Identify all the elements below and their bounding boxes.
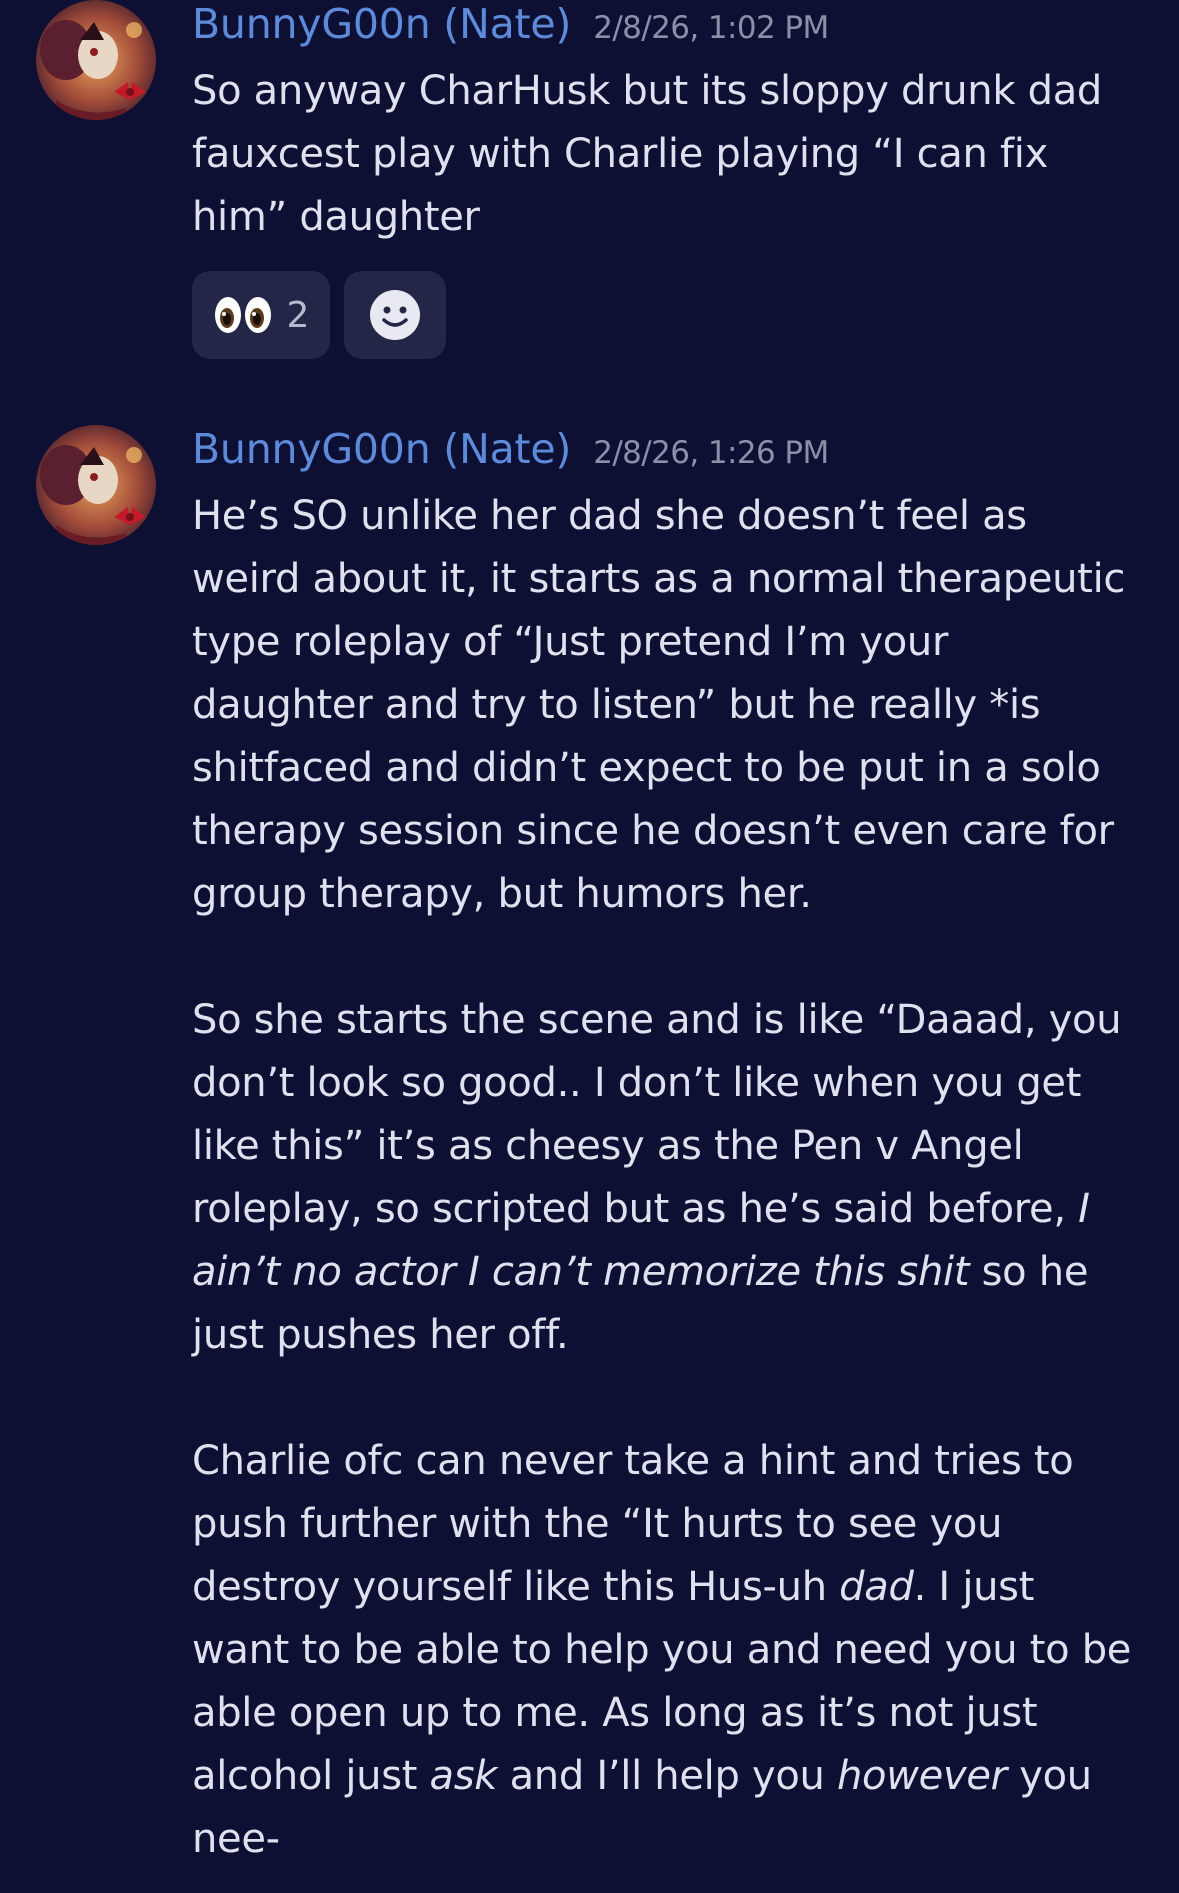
italic-text-span: dad (839, 1564, 914, 1610)
message-text: So anyway CharHusk but its sloppy drunk … (192, 68, 1103, 240)
text-span: He’s SO unlike her dad she doesn’t feel … (192, 493, 1126, 917)
avatar[interactable] (36, 425, 156, 545)
message-text: He’s SO unlike her dad she doesn’t feel … (192, 485, 1139, 1871)
eyes-reaction-button[interactable]: 2 (192, 271, 330, 359)
add-reaction-icon (370, 290, 420, 340)
avatar[interactable] (36, 0, 156, 120)
paragraph: So she starts the scene and is like “Daa… (192, 989, 1139, 1367)
text-span: and I’ll help you (497, 1753, 837, 1799)
eyes-emoji-icon (214, 297, 271, 333)
username[interactable]: BunnyG00n (Nate) (192, 425, 571, 473)
message-header: BunnyG00n (Nate) 2/8/26, 1:26 PM (192, 425, 1139, 485)
timestamp: 2/8/26, 1:02 PM (593, 10, 829, 46)
reactions-row: 2 (192, 271, 1139, 359)
message-header: BunnyG00n (Nate) 2/8/26, 1:02 PM (192, 0, 1139, 60)
italic-text-span: however (837, 1753, 1007, 1799)
italic-text-span: ask (429, 1753, 498, 1799)
avatar-icon (36, 0, 156, 120)
paragraph: Charlie ofc can never take a hint and tr… (192, 1430, 1139, 1871)
message-content: BunnyG00n (Nate) 2/8/26, 1:02 PM So anyw… (192, 0, 1139, 359)
username[interactable]: BunnyG00n (Nate) (192, 0, 571, 48)
message-content: BunnyG00n (Nate) 2/8/26, 1:26 PM He’s SO… (192, 425, 1139, 1871)
timestamp: 2/8/26, 1:26 PM (593, 435, 829, 471)
text-span: So she starts the scene and is like “Daa… (192, 997, 1122, 1232)
avatar-icon (36, 425, 156, 545)
reaction-count: 2 (286, 294, 310, 336)
add-reaction-button[interactable] (344, 271, 446, 359)
paragraph: He’s SO unlike her dad she doesn’t feel … (192, 485, 1139, 926)
